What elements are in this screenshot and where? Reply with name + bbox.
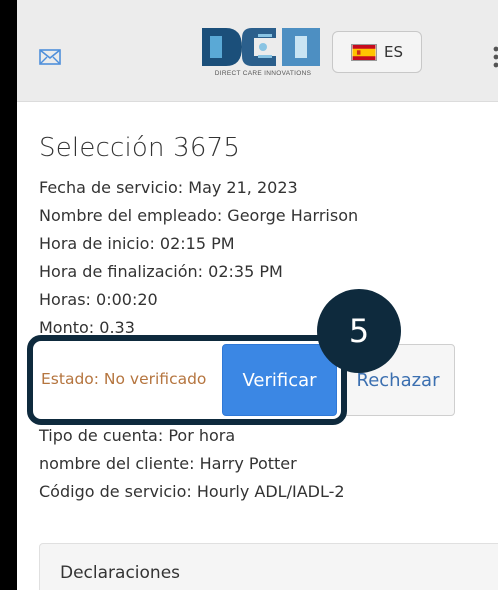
- language-selector[interactable]: ES: [332, 31, 422, 73]
- step-number-badge: 5: [317, 289, 401, 373]
- status-row: Estado: No verificado Verificar Rechazar: [39, 344, 498, 416]
- end-time: Hora de finalización: 02:35 PM: [39, 262, 283, 281]
- declarations-panel[interactable]: Declaraciones: [39, 543, 498, 590]
- amount: Monto: 0.33: [39, 318, 135, 337]
- vertical-dots-icon[interactable]: [491, 46, 498, 68]
- service-code: Código de servicio: Hourly ADL/IADL-2: [39, 482, 345, 501]
- client-name: nombre del cliente: Harry Potter: [39, 454, 297, 473]
- hours: Horas: 0:00:20: [39, 290, 158, 309]
- language-label: ES: [384, 43, 403, 61]
- service-details: Tipo de cuenta: Por hora nombre del clie…: [39, 422, 498, 506]
- service-date: Fecha de servicio: May 21, 2023: [39, 178, 298, 197]
- account-type: Tipo de cuenta: Por hora: [39, 426, 236, 445]
- envelope-icon[interactable]: [39, 48, 61, 66]
- employee-name: Nombre del empleado: George Harrison: [39, 206, 359, 225]
- app-header: DIRECT CARE INNOVATIONS ES: [17, 0, 498, 102]
- selection-title: Selección 3675: [39, 133, 241, 163]
- status-label: Estado: No verificado: [41, 370, 207, 388]
- app-frame: DIRECT CARE INNOVATIONS ES Selección 367…: [14, 0, 498, 590]
- verify-button[interactable]: Verificar: [222, 344, 337, 416]
- spain-flag-icon: [351, 43, 377, 61]
- logo-tagline: DIRECT CARE INNOVATIONS: [214, 70, 312, 77]
- start-time: Hora de inicio: 02:15 PM: [39, 234, 235, 253]
- selection-details: Selección 3675 Fecha de servicio: May 21…: [39, 130, 498, 342]
